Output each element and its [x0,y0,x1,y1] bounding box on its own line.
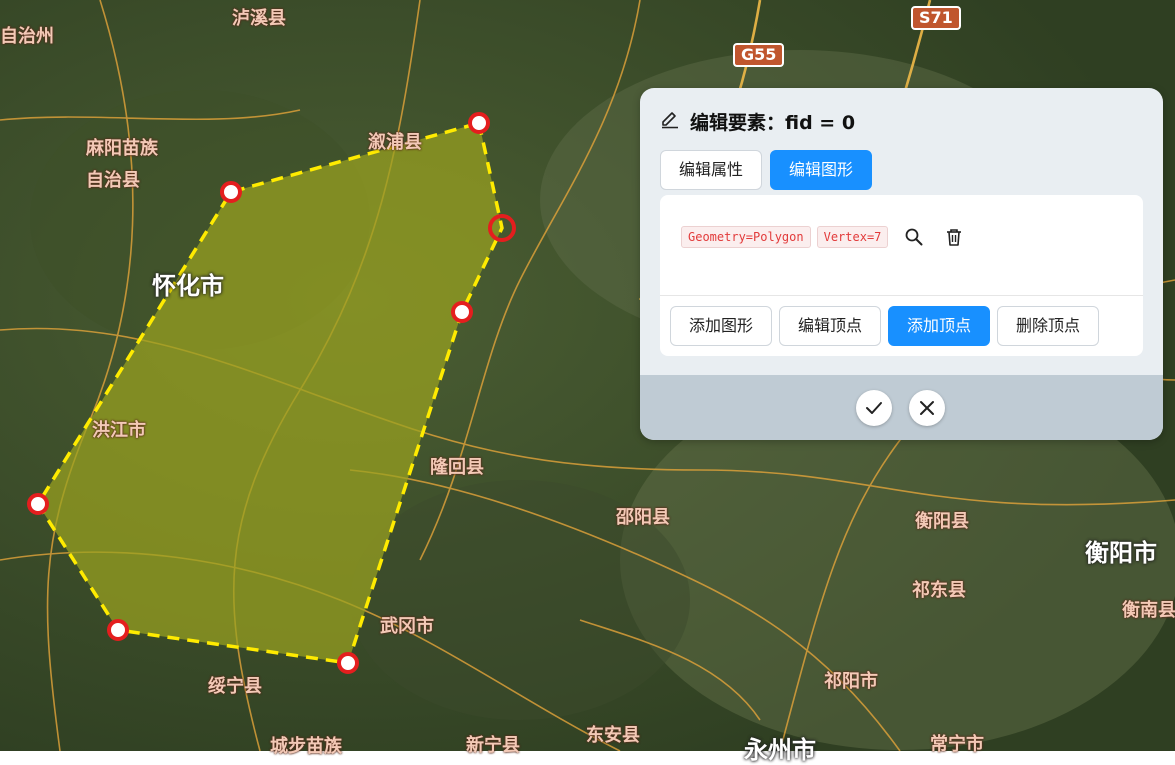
place-label-xinning: 新宁县 [466,735,520,756]
place-label-xupu: 溆浦县 [368,132,422,153]
place-label-wugang: 武冈市 [380,616,434,637]
place-label-huaihua: 怀化市 [152,272,224,300]
close-icon [920,401,934,415]
panel-header: 编辑要素：fid = 0 [660,108,855,134]
add-geometry-button[interactable]: 添加图形 [670,306,773,346]
place-label-shaoyang: 邵阳县 [616,507,670,528]
place-label-longhui: 隆回县 [430,457,484,478]
edit-mode-tabs: 编辑属性 编辑图形 [660,150,873,190]
place-label-luxi: 泸溪县 [232,8,286,29]
trash-icon [947,229,962,246]
geometry-info: Geometry=Polygon Vertex=7 [681,223,968,251]
vertex-handle[interactable] [451,301,473,323]
vertex-handle[interactable] [27,493,49,515]
place-label-hongjiang: 洪江市 [92,420,146,441]
panel-title: 编辑要素：fid = 0 [690,111,856,134]
cancel-button[interactable] [909,390,945,426]
tab-edit-attributes[interactable]: 编辑属性 [660,150,763,190]
vertex-count-tag: Vertex=7 [816,226,889,248]
edit-feature-panel: 编辑要素：fid = 0 编辑属性 编辑图形 Geometry=Polygon … [640,88,1163,440]
vertex-handle[interactable] [220,181,242,203]
place-label-changning: 常宁市 [930,734,984,755]
place-label-suining: 绥宁县 [208,676,262,697]
panel-footer [640,375,1163,440]
place-label-qidong: 祁东县 [912,580,966,601]
place-label-zizhizhou: 自治州 [0,26,54,47]
add-vertex-button[interactable]: 添加顶点 [888,306,991,346]
edit-vertex-button[interactable]: 编辑顶点 [779,306,882,346]
place-label-dongan: 东安县 [586,725,640,746]
check-icon [866,402,882,414]
place-label-zizhixian: 自治县 [86,170,140,191]
delete-geometry-button[interactable] [940,223,968,251]
place-label-qiyang: 祁阳市 [824,671,878,692]
confirm-button[interactable] [856,390,892,426]
delete-vertex-button[interactable]: 删除顶点 [997,306,1100,346]
vertex-handle[interactable] [468,112,490,134]
place-label-yongzhou: 永州市 [744,736,816,764]
place-label-chengbu: 城步苗族 [270,736,342,757]
edit-pencil-icon [660,109,680,133]
vertex-handle[interactable] [337,652,359,674]
place-label-hengnan: 衡南县 [1122,600,1175,621]
road-shield-s71: S71 [911,6,961,30]
road-shield-g55: G55 [733,43,785,67]
search-icon [905,228,923,246]
zoom-to-geometry-button[interactable] [900,223,928,251]
place-label-mayang: 麻阳苗族 [86,138,158,159]
vertex-handle[interactable] [107,619,129,641]
card-divider [660,295,1143,296]
geometry-type-tag: Geometry=Polygon [681,226,811,248]
place-label-hengyang-county: 衡阳县 [915,511,969,532]
geometry-actions: 添加图形 编辑顶点 添加顶点 删除顶点 [670,306,1100,346]
geometry-card: Geometry=Polygon Vertex=7 添加图形 编辑顶点 添加顶点… [660,195,1143,356]
tab-edit-geometry[interactable]: 编辑图形 [770,150,873,190]
place-label-hengyang: 衡阳市 [1085,539,1157,567]
